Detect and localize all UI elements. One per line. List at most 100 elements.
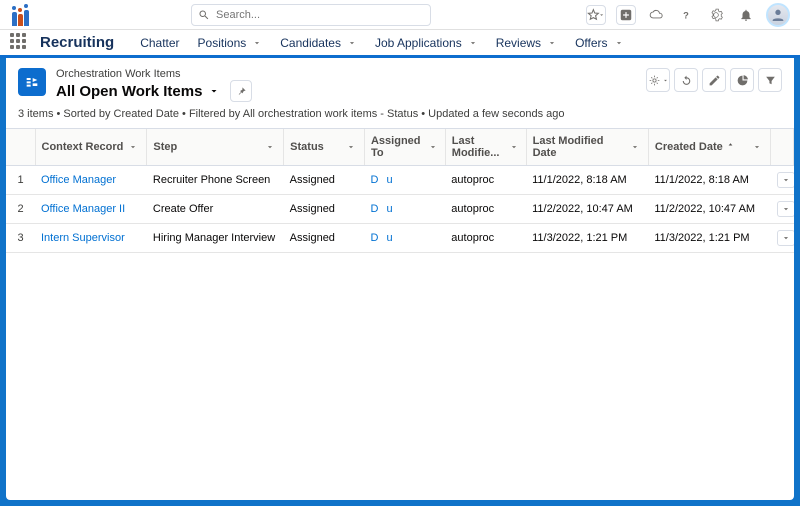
assigned-link[interactable]: u [386, 203, 392, 215]
sort-asc-icon [726, 141, 735, 153]
cell-actions [771, 195, 794, 224]
col-menu-icon[interactable] [628, 140, 642, 154]
cell-modified-by: autoproc [445, 224, 526, 253]
nav-tab-label: Offers [575, 36, 607, 50]
help-button[interactable]: ? [676, 5, 696, 25]
filter-button[interactable] [758, 68, 782, 92]
list-meta: 3 items • Sorted by Created Date • Filte… [6, 108, 794, 128]
nav-tab-label: Positions [198, 36, 247, 50]
assigned-link[interactable]: u [386, 174, 392, 186]
context-link[interactable]: Office Manager [41, 174, 116, 186]
salesforce-help-cloud-icon[interactable] [646, 5, 666, 25]
nav-tab-candidates[interactable]: Candidates [272, 29, 365, 57]
nav-tab-offers[interactable]: Offers [567, 29, 631, 57]
nav-tab-positions[interactable]: Positions [190, 29, 271, 57]
cell-assigned: Du [364, 166, 445, 195]
cell-modified-date: 11/3/2022, 1:21 PM [526, 224, 648, 253]
cell-status: Assigned [284, 224, 365, 253]
global-add-button[interactable] [616, 5, 636, 25]
chevron-down-icon[interactable] [252, 38, 262, 48]
row-number: 3 [6, 224, 35, 253]
search-input[interactable] [216, 9, 424, 21]
col-menu-icon[interactable] [126, 140, 140, 154]
favorites-button[interactable] [586, 5, 606, 25]
col-rownum [6, 129, 35, 166]
col-context[interactable]: Context Record [35, 129, 147, 166]
cell-modified-date: 11/2/2022, 10:47 AM [526, 195, 648, 224]
notifications-button[interactable] [736, 5, 756, 25]
col-menu-icon[interactable] [427, 140, 439, 154]
nav-tab-reviews[interactable]: Reviews [488, 29, 565, 57]
cell-assigned: Du [364, 195, 445, 224]
cell-actions [771, 166, 794, 195]
row-number: 2 [6, 195, 35, 224]
row-actions-button[interactable] [777, 201, 794, 217]
col-assigned-to[interactable]: Assigned To [364, 129, 445, 166]
cell-modified-by: autoproc [445, 195, 526, 224]
cell-created-date: 11/2/2022, 10:47 AM [648, 195, 770, 224]
global-header: ? [0, 0, 800, 30]
row-actions-button[interactable] [777, 230, 794, 246]
cell-context: Office Manager II [35, 195, 147, 224]
svg-text:?: ? [683, 10, 689, 20]
list-view-switcher-caret-icon[interactable] [208, 85, 220, 97]
table-row: 2Office Manager IICreate OfferAssignedDu… [6, 195, 794, 224]
col-actions [771, 129, 794, 166]
work-items-table: Context Record Step Status Assigned To L… [6, 129, 794, 253]
col-menu-icon[interactable] [509, 140, 520, 154]
cell-step: Hiring Manager Interview [147, 224, 284, 253]
col-menu-icon[interactable] [263, 140, 277, 154]
col-status[interactable]: Status [284, 129, 365, 166]
col-last-modified-date[interactable]: Last Modified Date [526, 129, 648, 166]
app-nav: Recruiting Chatter Positions Candidates Job… [0, 30, 800, 58]
list-view-actions [646, 68, 782, 92]
row-actions-button[interactable] [777, 172, 794, 188]
chevron-down-icon[interactable] [468, 38, 478, 48]
nav-tab-job-applications[interactable]: Job Applications [367, 29, 486, 57]
cell-context: Office Manager [35, 166, 147, 195]
chevron-down-icon[interactable] [547, 38, 557, 48]
setup-gear-button[interactable] [706, 5, 726, 25]
list-settings-button[interactable] [646, 68, 670, 92]
nav-tab-label: Candidates [280, 36, 341, 50]
assigned-link[interactable]: D [370, 203, 378, 215]
cell-modified-date: 11/1/2022, 8:18 AM [526, 166, 648, 195]
pin-list-button[interactable] [230, 80, 252, 102]
context-link[interactable]: Office Manager II [41, 203, 125, 215]
col-step[interactable]: Step [147, 129, 284, 166]
nav-tab-label: Chatter [140, 36, 179, 50]
cell-created-date: 11/1/2022, 8:18 AM [648, 166, 770, 195]
cell-status: Assigned [284, 195, 365, 224]
row-number: 1 [6, 166, 35, 195]
inline-edit-button[interactable] [702, 68, 726, 92]
chevron-down-icon[interactable] [347, 38, 357, 48]
list-view-name[interactable]: All Open Work Items [56, 83, 202, 100]
object-icon [18, 68, 46, 96]
global-search[interactable] [191, 4, 431, 26]
global-actions: ? [586, 3, 790, 27]
cell-step: Recruiter Phone Screen [147, 166, 284, 195]
assigned-link[interactable]: D [370, 174, 378, 186]
context-link[interactable]: Intern Supervisor [41, 232, 125, 244]
cell-created-date: 11/3/2022, 1:21 PM [648, 224, 770, 253]
cell-assigned: Du [364, 224, 445, 253]
cell-status: Assigned [284, 166, 365, 195]
nav-tab-chatter[interactable]: Chatter [132, 29, 187, 57]
chart-button[interactable] [730, 68, 754, 92]
object-type-label: Orchestration Work Items [56, 68, 252, 80]
brand-logo [10, 4, 36, 26]
col-last-modified-by[interactable]: Last Modifie... [445, 129, 526, 166]
chevron-down-icon[interactable] [614, 38, 624, 48]
col-menu-icon[interactable] [344, 140, 358, 154]
table-row: 1 Office Manager Recruiter Phone ScreenAss… [6, 166, 794, 195]
col-menu-icon[interactable] [750, 140, 764, 154]
assigned-link[interactable]: D [370, 232, 378, 244]
col-created-date[interactable]: Created Date [648, 129, 770, 166]
assigned-link[interactable]: u [386, 232, 392, 244]
list-view-header: Orchestration Work Items All Open Work I… [6, 58, 794, 108]
app-name: Recruiting [40, 34, 114, 51]
refresh-button[interactable] [674, 68, 698, 92]
table-row: 3 Intern Supervisor Hiring Manager Intervi… [6, 224, 794, 253]
app-launcher-icon[interactable] [10, 33, 30, 53]
user-avatar[interactable] [766, 3, 790, 27]
